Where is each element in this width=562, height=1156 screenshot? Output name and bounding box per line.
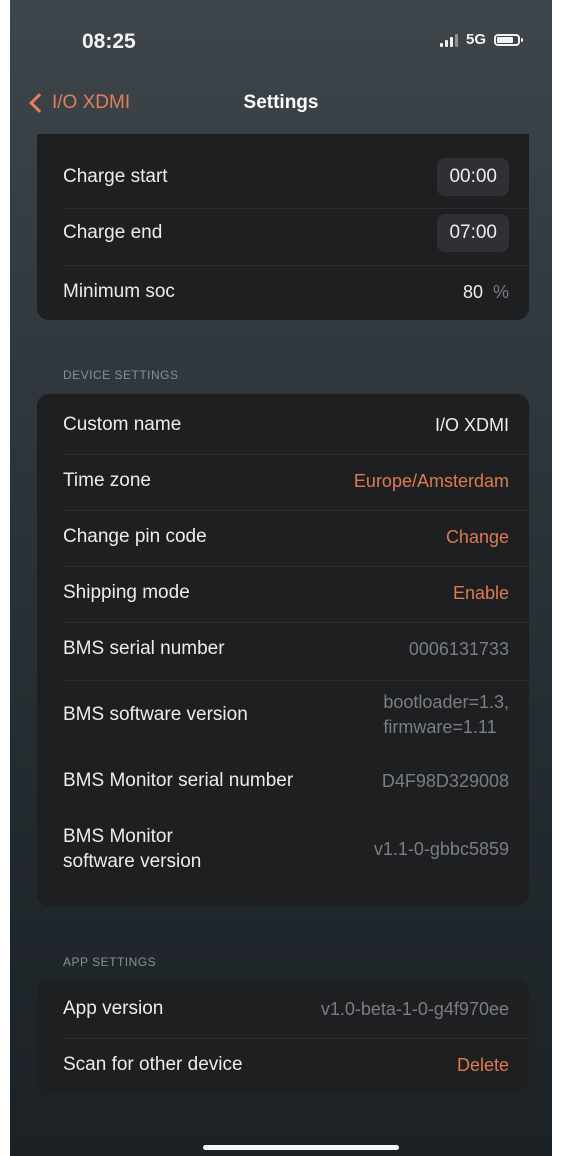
bms-monitor-serial-label: BMS Monitor serial number <box>63 770 294 791</box>
bms-bootloader-version: bootloader=1.3, <box>383 692 509 712</box>
bms-monitor-software-row: BMS Monitor software version v1.1-0-gbbc… <box>37 814 529 884</box>
status-indicators: 5G <box>439 31 523 48</box>
minimum-soc-value: 80 <box>462 282 483 302</box>
bms-serial-label: BMS serial number <box>63 638 225 659</box>
app-settings-header: APP SETTINGS <box>63 955 157 969</box>
bms-monitor-software-label: BMS Monitor software version <box>63 824 201 874</box>
custom-name-label: Custom name <box>63 414 182 435</box>
app-version-value: v1.0-beta-1-0-g4f970ee <box>320 999 509 1019</box>
minimum-soc-input[interactable]: 80% <box>463 280 509 304</box>
bms-software-value: bootloader=1.3, firmware=1.11 <box>383 690 509 740</box>
status-time: 08:25 <box>82 30 136 53</box>
app-settings-card: App version v1.0-beta-1-0-g4f970ee Scan … <box>37 980 529 1092</box>
custom-name-row[interactable]: Custom name I/O XDMI <box>37 400 529 450</box>
page-title: Settings <box>243 92 319 113</box>
bms-software-row: BMS software version bootloader=1.3, fir… <box>37 684 529 746</box>
app-version-label: App version <box>63 998 164 1019</box>
custom-name-value[interactable]: I/O XDMI <box>435 413 509 437</box>
change-pin-row[interactable]: Change pin code Change <box>37 512 529 562</box>
divider <box>63 566 529 567</box>
charge-end-row: Charge end 07:00 <box>37 212 529 254</box>
app-version-row: App version v1.0-beta-1-0-g4f970ee <box>37 984 529 1034</box>
scan-other-device-row[interactable]: Scan for other device Delete <box>37 1040 529 1090</box>
home-indicator[interactable] <box>203 1145 399 1150</box>
shipping-mode-label: Shipping mode <box>63 582 190 603</box>
time-zone-value[interactable]: Europe/Amsterdam <box>354 469 509 493</box>
divider <box>63 265 529 266</box>
charge-end-label: Charge end <box>63 222 163 243</box>
change-pin-button[interactable]: Change <box>446 525 509 549</box>
divider <box>63 622 529 623</box>
charge-start-label: Charge start <box>63 166 168 187</box>
device-settings-header: DEVICE SETTINGS <box>63 368 179 382</box>
charge-start-row: Charge start 00:00 <box>37 156 529 198</box>
device-settings-card: Custom name I/O XDMI Time zone Europe/Am… <box>37 394 529 906</box>
shipping-mode-row[interactable]: Shipping mode Enable <box>37 568 529 618</box>
change-pin-label: Change pin code <box>63 526 207 547</box>
divider <box>63 510 529 511</box>
divider <box>63 680 529 681</box>
bms-software-label: BMS software version <box>63 704 248 725</box>
bms-serial-value: 0006131733 <box>408 639 509 659</box>
cellular-signal-icon <box>439 33 458 47</box>
bms-monitor-software-value: v1.1-0-gbbc5859 <box>373 839 509 859</box>
scan-other-device-label: Scan for other device <box>63 1054 243 1075</box>
time-zone-row[interactable]: Time zone Europe/Amsterdam <box>37 456 529 506</box>
charge-start-time-picker[interactable]: 00:00 <box>437 158 509 196</box>
bms-firmware-version: firmware=1.11 <box>383 717 497 737</box>
network-type: 5G <box>465 31 486 48</box>
phone-screen: 08:25 5G I/O XDMI Settings Charge start … <box>10 0 552 1156</box>
bms-monitor-software-label-line1: BMS Monitor <box>63 826 173 847</box>
minimum-soc-row: Minimum soc 80% <box>37 272 529 312</box>
minimum-soc-unit: % <box>492 282 509 302</box>
divider <box>63 208 529 209</box>
divider <box>63 1038 529 1039</box>
charge-settings-card: Charge start 00:00 Charge end 07:00 Mini… <box>37 134 529 320</box>
shipping-mode-enable-button[interactable]: Enable <box>453 581 509 605</box>
charge-end-time-picker[interactable]: 07:00 <box>437 214 509 252</box>
bms-serial-row: BMS serial number 0006131733 <box>37 624 529 674</box>
battery-icon <box>494 33 523 46</box>
delete-button[interactable]: Delete <box>457 1053 509 1077</box>
bms-monitor-software-label-line2: software version <box>63 851 202 872</box>
bms-monitor-serial-row: BMS Monitor serial number D4F98D329008 <box>37 756 529 806</box>
divider <box>63 454 529 455</box>
bms-monitor-serial-value: D4F98D329008 <box>381 771 509 791</box>
time-zone-label: Time zone <box>63 470 151 491</box>
minimum-soc-label: Minimum soc <box>63 281 175 302</box>
